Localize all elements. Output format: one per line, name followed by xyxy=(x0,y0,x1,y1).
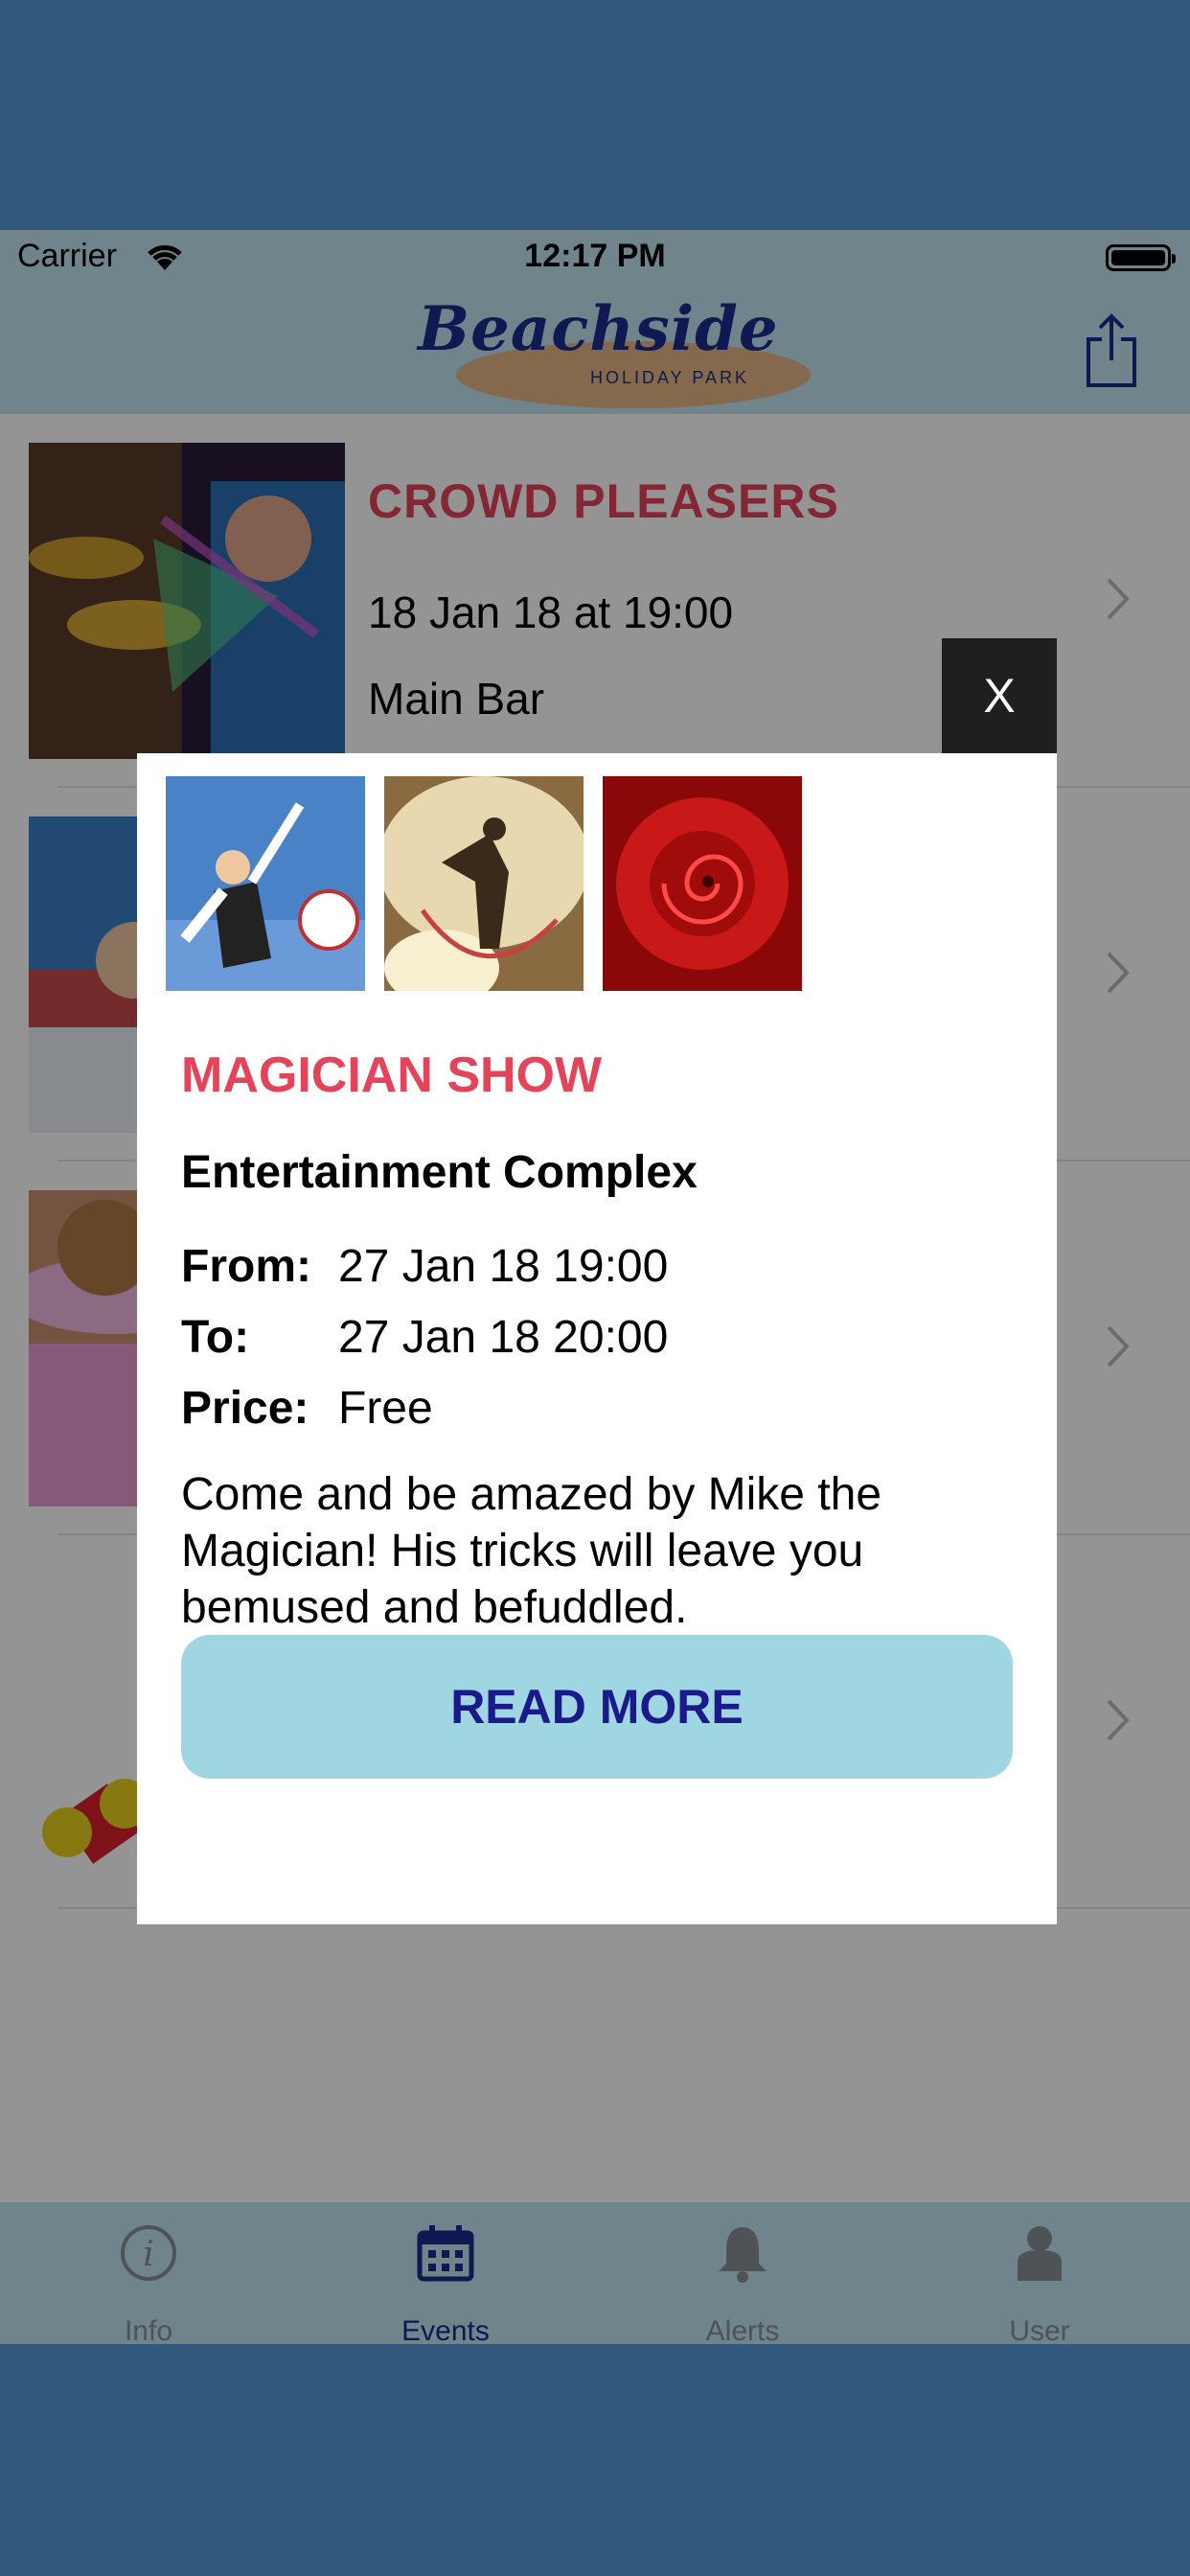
price-value: Free xyxy=(338,1383,433,1434)
gallery-image[interactable] xyxy=(166,776,365,991)
price-label: Price: xyxy=(181,1383,309,1434)
from-value: 27 Jan 18 19:00 xyxy=(338,1241,669,1292)
from-label: From: xyxy=(181,1241,311,1292)
close-button[interactable]: X xyxy=(942,638,1057,753)
gallery-image[interactable] xyxy=(603,776,802,991)
read-more-button[interactable]: READ MORE xyxy=(181,1635,1013,1779)
modal-event-venue: Entertainment Complex xyxy=(181,1147,698,1198)
to-label: To: xyxy=(181,1312,250,1363)
gallery-image[interactable] xyxy=(384,776,584,991)
modal-event-title: MAGICIAN SHOW xyxy=(181,1047,603,1103)
event-description: Come and be amazed by Mike the Magician!… xyxy=(181,1469,882,1633)
event-detail-modal: MAGICIAN SHOW Entertainment Complex From… xyxy=(137,753,1057,1924)
to-value: 27 Jan 18 20:00 xyxy=(338,1312,669,1363)
app-screen: Carrier 12:17 PM Beachside HOLIDAY PARK xyxy=(0,230,1190,2344)
